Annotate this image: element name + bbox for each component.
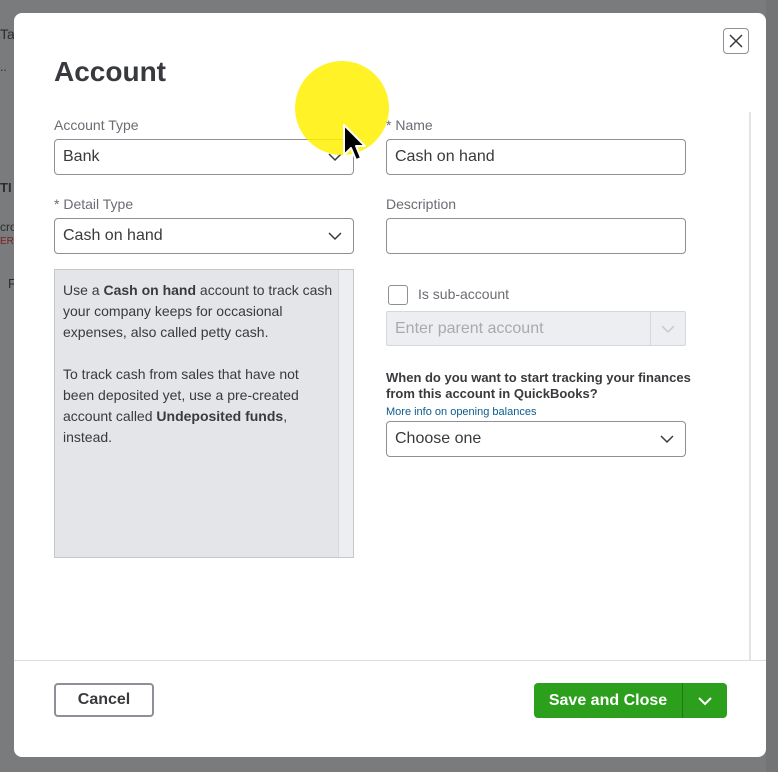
detail-type-help: Use a Cash on hand account to track cash… bbox=[54, 269, 354, 558]
bg-fragment: Ta bbox=[0, 26, 15, 42]
tracking-question: When do you want to start tracking your … bbox=[386, 370, 691, 401]
save-and-close-button[interactable]: Save and Close bbox=[534, 683, 682, 718]
bg-fragment: .. bbox=[0, 60, 7, 74]
name-value: Cash on hand bbox=[395, 148, 495, 165]
chevron-down-icon bbox=[660, 435, 674, 444]
help-paragraph-2: To track cash from sales that have not b… bbox=[63, 366, 299, 445]
account-type-value: Bank bbox=[63, 148, 100, 165]
chevron-down-icon bbox=[328, 232, 342, 241]
detail-type-label: * Detail Type bbox=[54, 196, 134, 212]
tracking-start-value: Choose one bbox=[395, 430, 482, 447]
footer-divider bbox=[14, 660, 766, 661]
parent-account-placeholder: Enter parent account bbox=[395, 319, 544, 337]
detail-type-select[interactable]: Cash on hand bbox=[54, 218, 354, 254]
description-input[interactable] bbox=[386, 218, 686, 254]
save-options-button[interactable] bbox=[683, 683, 727, 718]
modal-title: Account bbox=[54, 56, 166, 87]
modal-scrollbar[interactable] bbox=[749, 112, 751, 660]
chevron-down-icon bbox=[698, 696, 712, 705]
chevron-down-icon bbox=[661, 325, 675, 334]
sub-account-label: Is sub-account bbox=[418, 286, 510, 302]
name-input[interactable]: Cash on hand bbox=[386, 139, 686, 175]
opening-balances-link[interactable]: More info on opening balances bbox=[386, 406, 536, 418]
help-paragraph-1: Use a Cash on hand account to track cash… bbox=[63, 282, 333, 340]
mouse-cursor-icon bbox=[343, 124, 366, 161]
detail-type-value: Cash on hand bbox=[63, 227, 163, 244]
cancel-button[interactable]: Cancel bbox=[54, 683, 154, 717]
parent-account-divider bbox=[650, 312, 651, 345]
account-type-label: Account Type bbox=[54, 117, 139, 133]
help-text: Use a Cash on hand account to track cash… bbox=[63, 280, 333, 469]
close-icon bbox=[729, 34, 743, 48]
bg-fragment: TI bbox=[0, 180, 12, 195]
background-right-edge bbox=[766, 0, 778, 772]
account-modal: Account Account Type Bank * Name Cash on… bbox=[14, 13, 766, 757]
parent-account-select[interactable]: Enter parent account bbox=[386, 311, 686, 346]
account-type-select[interactable]: Bank bbox=[54, 139, 354, 175]
close-button[interactable] bbox=[723, 28, 749, 54]
sub-account-checkbox[interactable] bbox=[388, 285, 408, 305]
description-label: Description bbox=[386, 196, 457, 212]
name-label: * Name bbox=[386, 117, 433, 133]
tracking-start-select[interactable]: Choose one bbox=[386, 421, 686, 457]
help-scrollbar[interactable] bbox=[338, 270, 353, 557]
